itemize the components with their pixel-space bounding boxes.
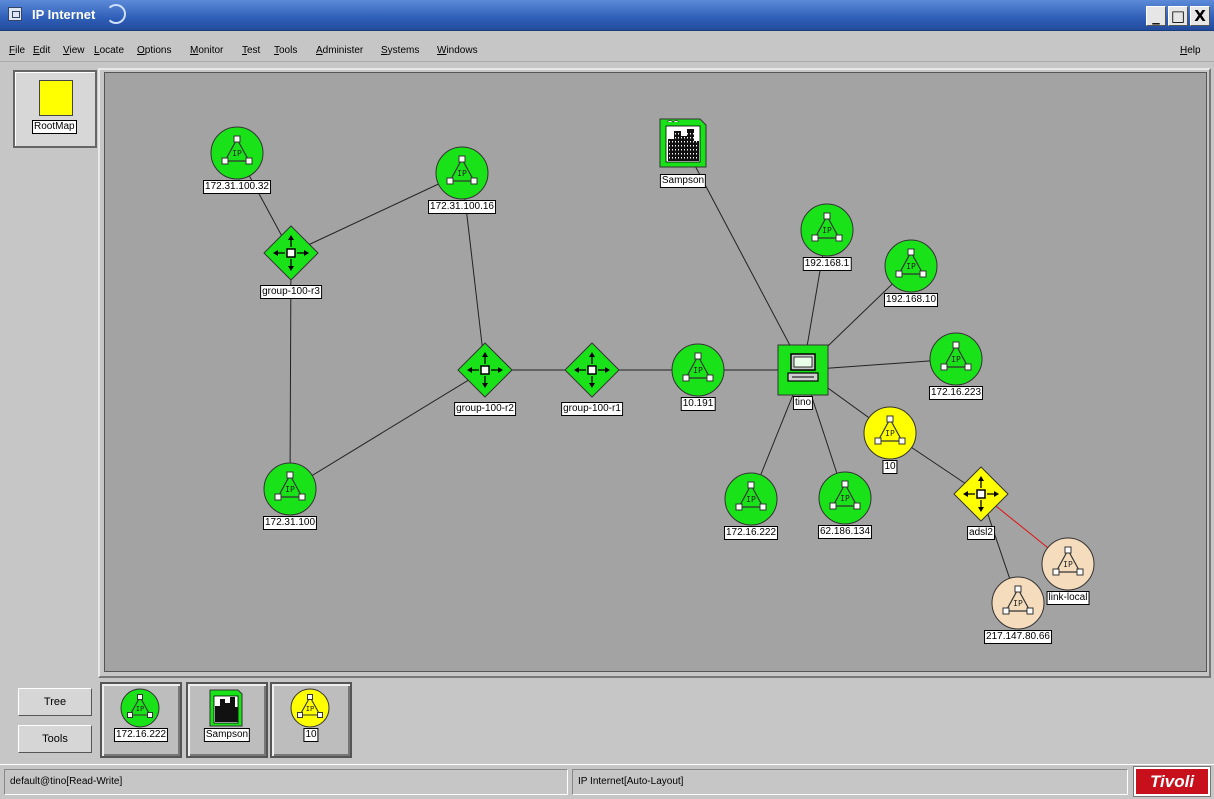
menu-bar: File Edit View Locate Options Monitor Te… <box>0 31 1214 62</box>
title-bar: IP Internet _ □ X <box>0 0 1214 31</box>
map-node-ip-network-icon[interactable]: IP <box>863 406 917 460</box>
svg-text:IP: IP <box>951 355 961 364</box>
map-node-ip-network-icon[interactable]: IP <box>724 472 778 526</box>
map-node-router-icon[interactable] <box>953 466 1009 522</box>
network-map-svg: IP IP IP IP IP IP IP IP IP IP IP IP <box>210 118 1095 630</box>
menu-file[interactable]: File <box>9 45 25 56</box>
city-icon <box>209 689 243 727</box>
menu-tools[interactable]: Tools <box>274 45 297 56</box>
svg-text:IP: IP <box>232 149 242 158</box>
svg-text:IP: IP <box>693 366 703 375</box>
map-node-label: link-local <box>1046 591 1090 605</box>
menu-systems[interactable]: Systems <box>381 45 419 56</box>
network-map-canvas[interactable]: IP IP IP IP IP IP IP IP IP IP IP IP 172.31.100.32 17… <box>104 72 1207 672</box>
svg-text:IP: IP <box>822 226 832 235</box>
map-node-label: group-100-r1 <box>561 402 623 416</box>
status-map-mode: IP Internet[Auto-Layout] <box>572 769 1128 795</box>
svg-text:IP: IP <box>1013 599 1023 608</box>
tools-button[interactable]: Tools <box>18 725 92 753</box>
ip-network-icon: IP <box>290 688 330 728</box>
rootmap-button[interactable]: RootMap <box>13 70 97 148</box>
map-node-label: 172.16.222 <box>723 526 779 540</box>
map-node-label: tino <box>792 396 814 410</box>
window-menu-icon[interactable] <box>8 7 22 21</box>
map-node-ip-network-icon[interactable]: IP <box>800 203 854 257</box>
map-link[interactable] <box>289 369 486 490</box>
map-node-ip-network-icon[interactable]: IP <box>929 332 983 386</box>
map-node-label: 217.147.80.66 <box>984 630 1052 644</box>
svg-text:IP: IP <box>1063 560 1073 569</box>
map-node-label: 10 <box>882 460 898 474</box>
svg-text:IP: IP <box>285 485 295 494</box>
menu-monitor[interactable]: Monitor <box>190 45 223 56</box>
tivoli-logo: Tivoli <box>1133 766 1211 797</box>
map-node-label: group-100-r2 <box>454 402 516 416</box>
svg-text:IP: IP <box>306 705 314 713</box>
tray-item-network[interactable]: IP 172.16.222 <box>100 682 182 758</box>
maximize-button[interactable]: □ <box>1168 6 1188 26</box>
map-node-label: 192.168.1 <box>802 257 852 271</box>
svg-text:IP: IP <box>457 169 467 178</box>
map-node-city-icon[interactable] <box>659 118 707 168</box>
menu-help[interactable]: Help <box>1180 45 1201 56</box>
swirl-icon <box>106 4 126 24</box>
svg-text:IP: IP <box>906 262 916 271</box>
ip-network-icon: IP <box>290 688 330 728</box>
map-node-ip-network-icon[interactable]: IP <box>884 239 938 293</box>
tray-item-label: 172.16.222 <box>113 728 169 742</box>
status-user: default@tino[Read-Write] <box>4 769 568 795</box>
map-node-ip-network-icon[interactable]: IP <box>818 471 872 525</box>
map-node-computer-icon[interactable] <box>777 344 829 396</box>
map-node-label: 172.31.100.16 <box>428 200 496 214</box>
menu-options[interactable]: Options <box>137 45 171 56</box>
tray-item-network-warning[interactable]: IP 10 <box>270 682 352 758</box>
menu-windows[interactable]: Windows <box>437 45 478 56</box>
rootmap-label: RootMap <box>32 120 77 134</box>
svg-text:IP: IP <box>885 429 895 438</box>
map-node-ip-network-icon[interactable]: IP <box>210 126 264 180</box>
window-title: IP Internet <box>32 7 96 22</box>
menu-administer[interactable]: Administer <box>316 45 363 56</box>
map-node-router-icon[interactable] <box>564 342 620 398</box>
close-button[interactable]: X <box>1190 6 1210 26</box>
map-node-ip-network-icon[interactable]: IP <box>991 576 1045 630</box>
map-node-label: 62.186.134 <box>817 525 873 539</box>
svg-text:IP: IP <box>746 495 756 504</box>
ip-network-icon: IP <box>120 688 160 728</box>
svg-text:IP: IP <box>136 705 144 713</box>
minimize-button[interactable]: _ <box>1146 6 1166 26</box>
map-node-router-icon[interactable] <box>263 225 319 281</box>
tray-item-label: 10 <box>303 728 319 742</box>
rootmap-icon <box>39 80 73 116</box>
map-node-router-icon[interactable] <box>457 342 513 398</box>
map-node-ip-network-icon[interactable]: IP <box>671 343 725 397</box>
map-node-ip-network-icon[interactable]: IP <box>263 462 317 516</box>
tree-button[interactable]: Tree <box>18 688 92 716</box>
map-node-ip-network-icon[interactable]: IP <box>1041 537 1095 591</box>
map-node-label: 192.168.10 <box>883 293 939 307</box>
map-node-label: 172.31.100 <box>262 516 318 530</box>
svg-text:IP: IP <box>840 494 850 503</box>
tray-item-city[interactable]: Sampson <box>186 682 268 758</box>
map-node-label: 172.31.100.32 <box>203 180 271 194</box>
map-node-label: Sampson <box>659 174 707 188</box>
menu-test[interactable]: Test <box>242 45 260 56</box>
map-node-label: adsl2 <box>967 526 995 540</box>
menu-edit[interactable]: Edit <box>33 45 50 56</box>
map-node-label: 10.191 <box>680 397 716 411</box>
menu-locate[interactable]: Locate <box>94 45 124 56</box>
menu-view[interactable]: View <box>63 45 85 56</box>
map-node-label: group-100-r3 <box>260 285 322 299</box>
map-node-ip-network-icon[interactable]: IP <box>435 146 489 200</box>
tray-item-label: Sampson <box>203 728 251 742</box>
city-icon <box>209 689 243 727</box>
ip-network-icon: IP <box>120 688 160 728</box>
map-node-label: 172.16.223 <box>928 386 984 400</box>
